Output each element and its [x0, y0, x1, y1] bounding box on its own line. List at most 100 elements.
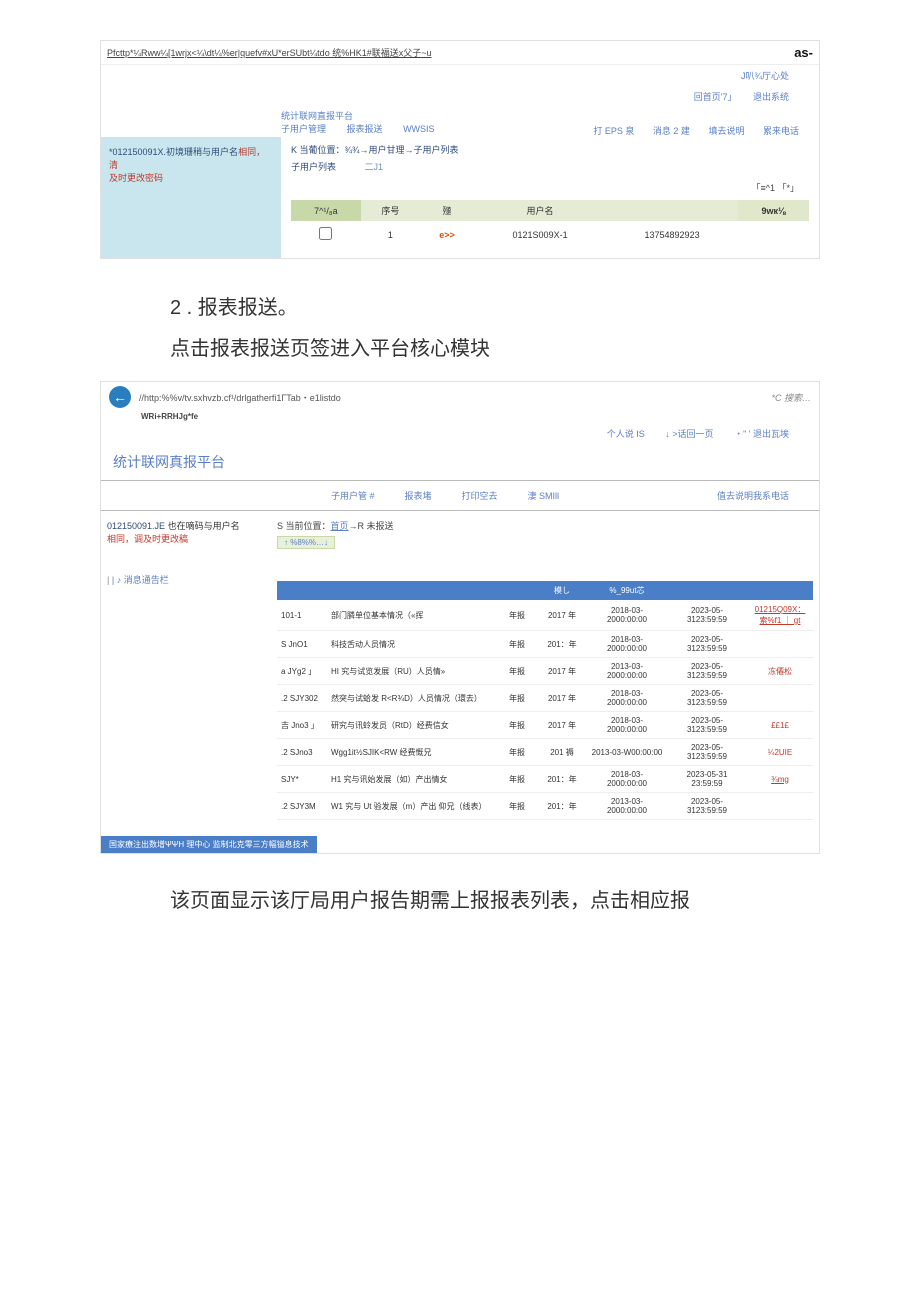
cell-c5: 2018-03-2000:00:00	[587, 631, 667, 658]
table-row: .2 SJY3MW1 究与 Ut 验发展（m）产出 仰兄（线表）年报201：年2…	[277, 793, 813, 820]
filter-row[interactable]: 「≡^1 「*」	[291, 175, 809, 200]
home-link[interactable]: 回首页'7」	[694, 92, 737, 102]
loc-pre: S 当前位置：	[277, 521, 331, 531]
cell-c5: 2013-03-2000:00:00	[587, 793, 667, 820]
menu-eps[interactable]: 打 EPS 泉	[593, 126, 634, 136]
cell-c1: a JYg2 」	[277, 658, 327, 685]
cell-c3: 年报	[497, 712, 537, 739]
cell-c7	[747, 793, 813, 820]
side2-lead: 012150091.JE	[107, 521, 165, 531]
cell-c1: 101-1	[277, 600, 327, 631]
cell-c7[interactable]: ¾mg	[747, 766, 813, 793]
nav-row: 统计联网直报平台 子用户管理 报表报送 WWSIS 打 EPS 泉 消息 2 建…	[101, 107, 819, 137]
url-bar: Pfcttp*¼Rww¼[1wrjx<¼\dt¼%er|quefv#xU*erS…	[101, 41, 819, 65]
cell-c6: 2023-05-3123:59:59	[667, 712, 747, 739]
topright-links: J叭¾厅心处	[101, 65, 819, 86]
cell-c4: 201：年	[537, 793, 587, 820]
report-table: 模し %_99ut芯 101-1部门膦单位基本情况（«挥年报2017 年2018…	[277, 581, 813, 820]
cell-c2[interactable]: 然突与试蛤发 R<R¾D）人员情况（環去）	[327, 685, 497, 712]
th2-7	[747, 581, 813, 600]
th2-6	[667, 581, 747, 600]
breadcrumb-2: S 当前位置：首页→R 未报送	[277, 517, 813, 534]
th2-4: 模し	[537, 581, 587, 600]
chip-bar: ↑ %8%%…↓	[277, 534, 813, 551]
side2-lead2: 也在嘀码与用户名	[168, 521, 240, 531]
menu-messages[interactable]: 消息 2 建	[653, 126, 690, 136]
menu2-report[interactable]: 报表堵	[405, 489, 432, 502]
menu2-sm[interactable]: 淒 SMIll	[528, 489, 560, 502]
th-index: 序号	[361, 200, 420, 221]
table-row: S JnO1科技舌动人员情况年报201：年2018-03-2000:00:002…	[277, 631, 813, 658]
row-username: 0121S009X-1	[474, 221, 606, 248]
footer-stripe: 国家療注出数增ΨΨH 理中心 监制北克零三方幅镒息技术	[101, 830, 819, 853]
row-name[interactable]: e>>	[420, 221, 474, 248]
cell-c2[interactable]: Wgg1it½SJIK<RW 经费慨兄	[327, 739, 497, 766]
menu-wwsis[interactable]: WWSIS	[403, 124, 435, 134]
exit-link[interactable]: 退出系统	[753, 92, 789, 102]
cell-c5: 2018-03-2000:00:00	[587, 685, 667, 712]
breadcrumb-sub: 子用户列表 二J1	[291, 158, 809, 175]
cell-c2[interactable]: HI 究与试览发展（RU）人员情»	[327, 658, 497, 685]
cell-c2[interactable]: 科技舌动人员情况	[327, 631, 497, 658]
cell-c3: 年报	[497, 685, 537, 712]
menu-phone[interactable]: 累来电话	[763, 126, 799, 136]
bottom-paragraph: 该页面显示该厅局用户报告期需上报报表列表，点击相应报	[170, 884, 820, 913]
menu-subuser[interactable]: 子用户管理	[281, 124, 326, 134]
cell-c2[interactable]: 研究与讯蛉发员（RtD）经费信女	[327, 712, 497, 739]
th-username: 用户名	[474, 200, 606, 221]
sidebar-2: 012150091.JE 也在嘀码与用户名 相同，调及时更改稿 | | ♪ 消息…	[101, 513, 271, 830]
menu2-print[interactable]: 打印空去	[462, 489, 498, 502]
home-crumb[interactable]: 首页	[331, 521, 349, 531]
section-heading-text: 2 . 报表报送。	[170, 297, 298, 319]
platform-title-2: 统计联网真报平台	[101, 446, 819, 478]
cell-c7[interactable]: ££1£	[747, 712, 813, 739]
back-page-link[interactable]: ↓ >话回一页	[665, 429, 713, 439]
msg-label: | ♪ 消息通告栏	[112, 575, 169, 585]
cell-c3: 年报	[497, 739, 537, 766]
menu-instructions[interactable]: 填去说明	[708, 126, 744, 136]
cell-c2[interactable]: H1 究与讯始发展（如）产出情女	[327, 766, 497, 793]
message-bar[interactable]: | | ♪ 消息通告栏	[107, 565, 265, 594]
side-red2: 及时更改密码	[109, 171, 273, 184]
cell-c4: 2017 年	[537, 685, 587, 712]
cell-c4: 201 褥	[537, 739, 587, 766]
cell-c6: 2023-05-3123:59:59	[667, 685, 747, 712]
table-row: 1 e>> 0121S009X-1 13754892923	[291, 221, 809, 248]
cell-c5: 2013-03-2000:00:00	[587, 658, 667, 685]
exit-link-2[interactable]: ・" ' 退出瓦埃	[734, 429, 789, 439]
th-select: 7^¹/₈a	[291, 200, 361, 221]
cell-c7[interactable]: 01215Q09X：索%f1 ｜ gt	[747, 600, 813, 631]
cell-c7	[747, 685, 813, 712]
th2-3	[497, 581, 537, 600]
cell-c6: 2023-05-3123:59:59	[667, 600, 747, 631]
table-row: 吉 Jno3 」研究与讯蛉发员（RtD）经费信女年报2017 年2018-03-…	[277, 712, 813, 739]
menu2-subuser[interactable]: 子用户管 #	[331, 489, 375, 502]
cell-c2[interactable]: W1 究与 Ut 验发展（m）产出 仰兄（线表）	[327, 793, 497, 820]
th-last: 9wк⅛	[738, 200, 809, 221]
cell-c3: 年报	[497, 631, 537, 658]
footer-text: 国家療注出数增ΨΨH 理中心 监制北克零三方幅镒息技术	[101, 836, 317, 853]
cell-c6: 2023-05-3123:59:59	[667, 793, 747, 820]
cell-c3: 年报	[497, 600, 537, 631]
side-lead: *012150091X.初境珊稍与用户名	[109, 147, 238, 157]
menu2-contact[interactable]: 值去说明我系电话	[717, 489, 789, 502]
th-empty	[606, 200, 738, 221]
row-checkbox[interactable]	[319, 227, 332, 240]
cell-c1: S JnO1	[277, 631, 327, 658]
cell-c6: 2023-05-3123:59:59	[667, 739, 747, 766]
cell-c2[interactable]: 部门膦单位基本情况（«挥	[327, 600, 497, 631]
main-area-2: S 当前位置：首页→R 未报送 ↑ %8%%…↓ 模し %_99ut芯	[271, 513, 819, 830]
search-placeholder[interactable]: *C 搜索…	[771, 391, 811, 404]
personal-link[interactable]: 个人说 IS	[607, 429, 645, 439]
table-row: a JYg2 」HI 究与试览发展（RU）人员情»年报2017 年2013-03…	[277, 658, 813, 685]
back-icon[interactable]: ←	[109, 386, 131, 408]
cell-c7[interactable]: 冻僊松	[747, 658, 813, 685]
personal-center-link[interactable]: J叭¾厅心处	[741, 71, 789, 81]
row-phone: 13754892923	[606, 221, 738, 248]
cell-c6: 2023-05-3123:59:59	[667, 658, 747, 685]
cell-c7[interactable]: ¼2UIE	[747, 739, 813, 766]
loc-rest: →R 未报送	[349, 521, 394, 531]
subuser-list-label: 子用户列表	[291, 162, 336, 172]
filter-chip[interactable]: ↑ %8%%…↓	[277, 536, 335, 549]
menu-report-send[interactable]: 报表报送	[347, 124, 383, 134]
